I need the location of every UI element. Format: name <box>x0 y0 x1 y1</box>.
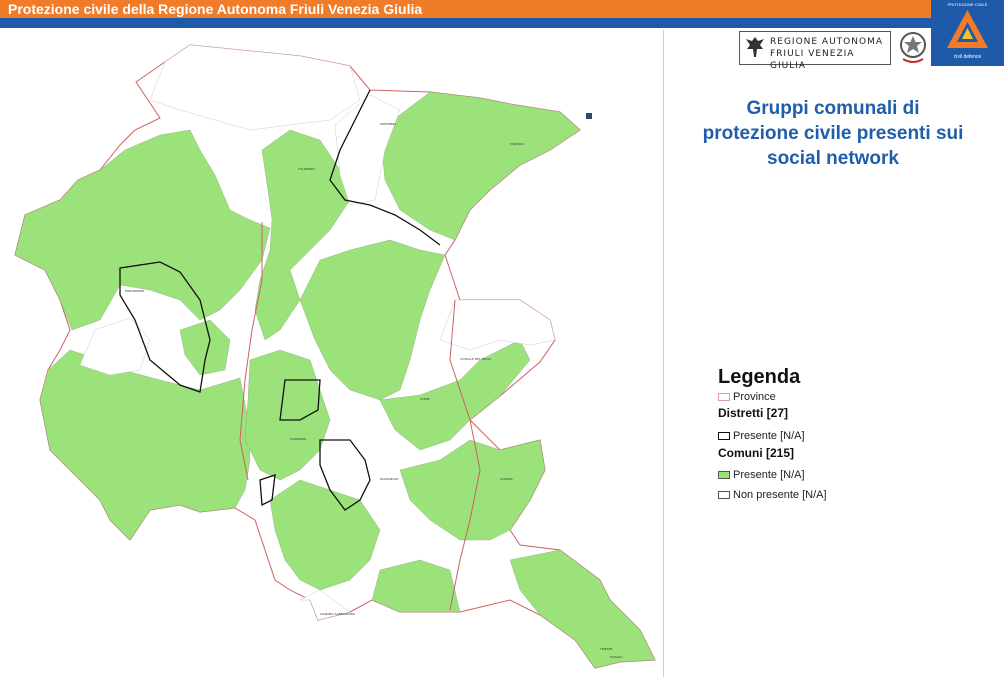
region-name-line2: Friuli Venezia Giulia <box>770 49 855 71</box>
svg-text:PONTEBBA: PONTEBBA <box>380 122 397 126</box>
civil-protection-logo: PROTEZIONE CIVILE civil defence <box>931 0 1004 66</box>
header-stripe <box>0 18 1004 28</box>
map-subtitle: Gruppi comunali di protezione civile pre… <box>702 98 964 169</box>
region-name-line1: Regione Autonoma <box>770 37 883 47</box>
region-map[interactable]: PONTEBBA TARVISIO TOLMEZZO UDINE GORIZIA… <box>0 28 663 677</box>
legend: Legenda Province Distretti [27] Presente… <box>718 366 968 501</box>
pc-logo-bottom-text: civil defence <box>953 54 982 60</box>
svg-text:CODROIPO: CODROIPO <box>290 437 307 441</box>
legend-districts-heading: Distretti [27] <box>718 406 789 420</box>
province-swatch <box>718 393 730 402</box>
panel-divider <box>663 30 664 677</box>
svg-text:TARVISIO: TARVISIO <box>509 142 524 146</box>
svg-text:PORDENONE: PORDENONE <box>125 289 144 293</box>
svg-text:GORIZIA: GORIZIA <box>500 477 514 481</box>
svg-text:MUGGIA: MUGGIA <box>610 655 623 659</box>
region-logo: Regione Autonoma Friuli Venezia Giulia <box>739 31 891 71</box>
legend-province: Province <box>718 390 776 404</box>
svg-text:TRIESTE: TRIESTE <box>599 647 612 651</box>
svg-text:TOLMEZZO: TOLMEZZO <box>297 167 315 171</box>
legend-absent: Non presente [N/A] <box>718 488 827 502</box>
legend-districts: Presente [N/A] <box>718 429 805 443</box>
svg-text:PALMANOVA: PALMANOVA <box>380 477 399 481</box>
legend-comuni-heading: Comuni [215] <box>718 446 795 460</box>
eagle-icon <box>746 37 764 57</box>
legend-present: Presente [N/A] <box>718 468 805 482</box>
pc-logo-top-text: PROTEZIONE CIVILE <box>947 2 988 7</box>
map-marker-icon <box>586 113 592 119</box>
svg-text:CIVIDALE DEL FRIULI: CIVIDALE DEL FRIULI <box>460 357 491 361</box>
civil-protection-triangle-icon <box>947 10 988 48</box>
page-title: Protezione civile della Regione Autonoma… <box>8 1 423 17</box>
present-swatch <box>718 471 730 480</box>
district-swatch <box>718 432 730 441</box>
svg-text:UDINE: UDINE <box>420 397 430 401</box>
italian-emblem-icon <box>900 32 926 63</box>
svg-text:LIGNANO SABBIADORO: LIGNANO SABBIADORO <box>320 612 356 616</box>
legend-title: Legenda <box>718 366 801 388</box>
absent-swatch <box>718 491 730 500</box>
